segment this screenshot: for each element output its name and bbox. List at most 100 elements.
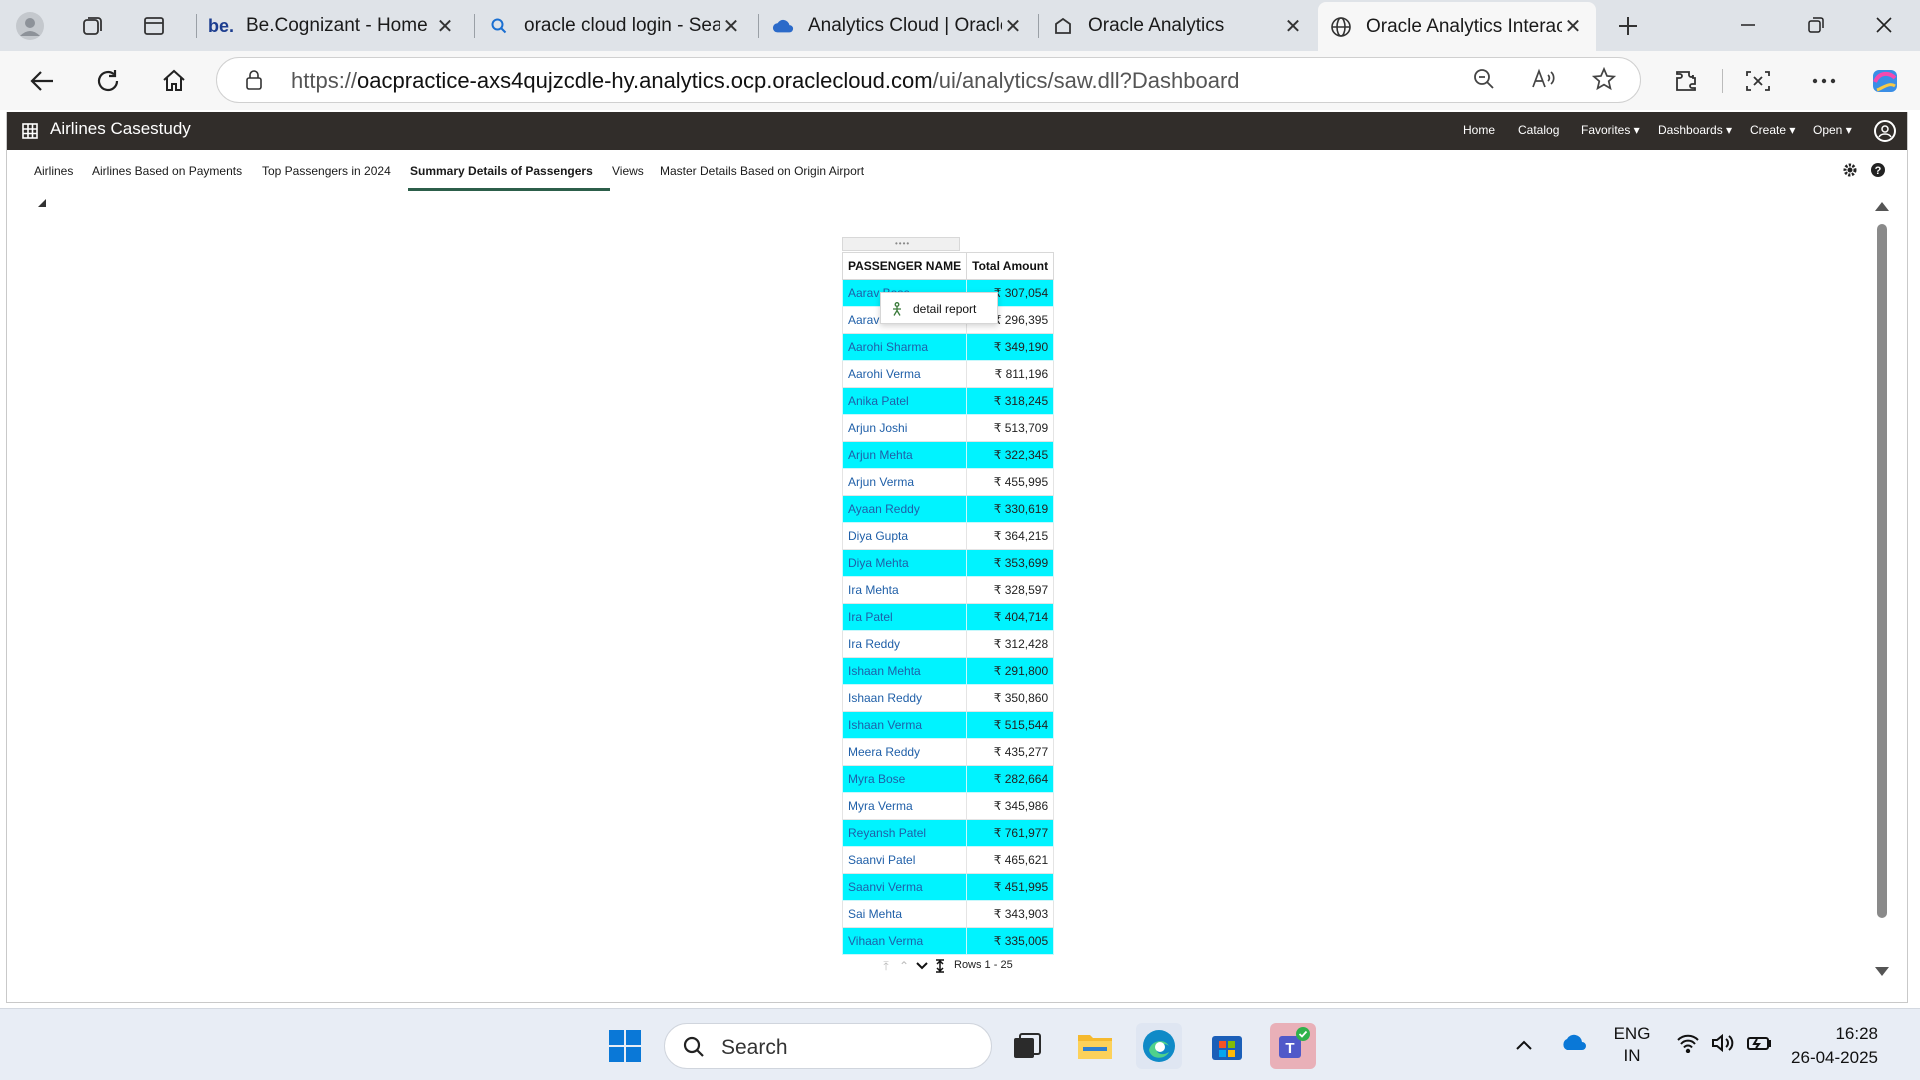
menu-favorites[interactable]: Favorites ▾ [1581,123,1640,137]
section-collapse-toggle-icon[interactable] [38,199,46,207]
passenger-name-cell[interactable]: Sai Mehta [841,900,968,928]
passenger-name-cell[interactable]: Arjun Verma [841,468,968,496]
table-row: Diya Mehta ₹ 353,699 [841,549,1055,577]
passenger-name-cell[interactable]: Ayaan Reddy [841,495,968,523]
taskbar-search-box[interactable]: Search [664,1023,992,1069]
passenger-name-cell[interactable]: Diya Mehta [841,549,968,577]
passenger-name-cell[interactable]: Ira Mehta [841,576,968,604]
menu-item-detail-report[interactable]: detail report [913,302,976,316]
view-drag-handle[interactable]: •••• [842,237,960,251]
passenger-name-cell[interactable]: Ira Reddy [841,630,968,658]
table-row: Myra Verma ₹ 345,986 [841,792,1055,820]
passenger-name-cell[interactable]: Ira Patel [841,603,968,631]
tab-views[interactable]: Views [612,164,644,178]
restore-icon[interactable] [1790,8,1842,42]
edge-browser-icon[interactable] [1136,1023,1182,1069]
workspaces-icon[interactable] [76,10,108,42]
minimize-icon[interactable] [1722,8,1774,42]
vertical-tabs-icon[interactable] [138,10,170,42]
scrollbar-thumb[interactable] [1877,224,1887,918]
refresh-icon[interactable] [90,63,126,99]
table-row: Ishaan Verma ₹ 515,544 [841,711,1055,739]
browser-tab-oracle-analytics[interactable]: Oracle Analytics ✕ [1040,4,1316,48]
task-view-icon[interactable] [1004,1023,1050,1069]
address-bar[interactable]: https://oacpractice-axs4qujzcdle-hy.anal… [216,57,1641,103]
passenger-name-cell[interactable]: Anika Patel [841,387,968,415]
volume-icon[interactable] [1710,1033,1734,1058]
menu-dashboards[interactable]: Dashboards ▾ [1658,123,1732,137]
user-account-icon[interactable] [1874,120,1896,142]
wifi-icon[interactable] [1676,1033,1700,1058]
lock-icon[interactable] [245,70,263,90]
show-hidden-icons-icon[interactable] [1515,1035,1533,1056]
previous-page-icon[interactable]: ⌃ [896,956,912,976]
home-icon[interactable] [156,63,192,99]
page-options-gear-icon[interactable] [1842,162,1858,183]
close-tab-icon[interactable]: ✕ [1282,14,1304,39]
profile-avatar-icon[interactable] [14,10,46,42]
file-explorer-icon[interactable] [1072,1023,1118,1069]
more-options-icon[interactable] [1808,65,1840,97]
passenger-name-cell[interactable]: Myra Bose [841,765,968,793]
onedrive-icon[interactable] [1560,1033,1588,1056]
system-clock[interactable]: 16:28 26-04-2025 [1788,1022,1878,1070]
help-icon[interactable]: ? [1870,162,1886,183]
close-tab-icon[interactable]: ✕ [434,14,456,39]
passenger-name-cell[interactable]: Diya Gupta [841,522,968,550]
passenger-name-cell[interactable]: Reyansh Patel [841,819,968,847]
content-vertical-scrollbar[interactable] [1874,200,1890,980]
zoom-icon[interactable] [1470,65,1498,93]
menu-open[interactable]: Open ▾ [1813,123,1852,137]
next-page-icon[interactable] [914,956,930,976]
scroll-up-arrow-icon[interactable] [1875,202,1889,211]
extensions-icon[interactable] [1670,65,1702,97]
tab-top-passengers-2024[interactable]: Top Passengers in 2024 [262,164,391,178]
read-aloud-icon[interactable] [1530,65,1558,93]
passenger-name-cell[interactable]: Saanvi Verma [841,873,968,901]
browser-tab-analytics-cloud[interactable]: Analytics Cloud | Oracle ✕ [760,4,1036,48]
back-icon[interactable] [24,63,60,99]
menu-create[interactable]: Create ▾ [1750,123,1795,137]
language-indicator[interactable]: ENG IN [1612,1023,1652,1067]
close-tab-icon[interactable]: ✕ [720,14,742,39]
close-tab-icon[interactable]: ✕ [1562,14,1584,39]
url-text[interactable]: https://oacpractice-axs4qujzcdle-hy.anal… [291,68,1240,94]
passenger-name-cell[interactable]: Aarohi Sharma [841,333,968,361]
tab-airlines-based-on-payments[interactable]: Airlines Based on Payments [92,164,242,178]
tab-airlines[interactable]: Airlines [34,164,73,178]
table-row: Aarohi Verma ₹ 811,196 [841,360,1055,388]
show-all-rows-icon[interactable] [932,956,948,976]
first-page-icon[interactable]: ⤒ [878,956,894,976]
column-header-passenger-name[interactable]: PASSENGER NAME [841,252,968,280]
passenger-name-cell[interactable]: Ishaan Verma [841,711,968,739]
passenger-name-cell[interactable]: Vihaan Verma [841,927,968,955]
passenger-name-cell[interactable]: Meera Reddy [841,738,968,766]
dashboard-grid-icon[interactable] [22,123,38,139]
passenger-name-cell[interactable]: Arjun Mehta [841,441,968,469]
scroll-down-arrow-icon[interactable] [1875,967,1889,976]
new-tab-icon[interactable] [1612,10,1644,42]
battery-icon[interactable] [1746,1033,1772,1058]
column-header-total-amount[interactable]: Total Amount [966,252,1055,280]
screenshot-icon[interactable] [1742,65,1774,97]
passenger-name-cell[interactable]: Ishaan Mehta [841,657,968,685]
tab-master-details-origin-airport[interactable]: Master Details Based on Origin Airport [660,164,864,178]
browser-tab-oracle-analytics-interactive[interactable]: Oracle Analytics Interac ✕ [1318,2,1596,51]
start-menu-icon[interactable] [602,1023,648,1069]
passenger-name-cell[interactable]: Ishaan Reddy [841,684,968,712]
passenger-name-cell[interactable]: Arjun Joshi [841,414,968,442]
teams-icon[interactable]: T [1270,1023,1316,1069]
copilot-icon[interactable] [1870,65,1902,97]
microsoft-store-icon[interactable] [1204,1023,1250,1069]
passenger-name-cell[interactable]: Myra Verma [841,792,968,820]
browser-tab-oracle-search[interactable]: oracle cloud login - Sea ✕ [476,4,754,48]
passenger-name-cell[interactable]: Aarohi Verma [841,360,968,388]
passenger-name-cell[interactable]: Saanvi Patel [841,846,968,874]
favorite-star-icon[interactable] [1590,65,1618,93]
close-tab-icon[interactable]: ✕ [1002,14,1024,39]
menu-home[interactable]: Home [1463,123,1495,137]
tab-summary-details-of-passengers[interactable]: Summary Details of Passengers [410,164,593,178]
menu-catalog[interactable]: Catalog [1518,123,1559,137]
browser-tab-becognizant[interactable]: be. Be.Cognizant - Home ✕ [198,4,468,48]
close-window-icon[interactable] [1858,8,1910,42]
